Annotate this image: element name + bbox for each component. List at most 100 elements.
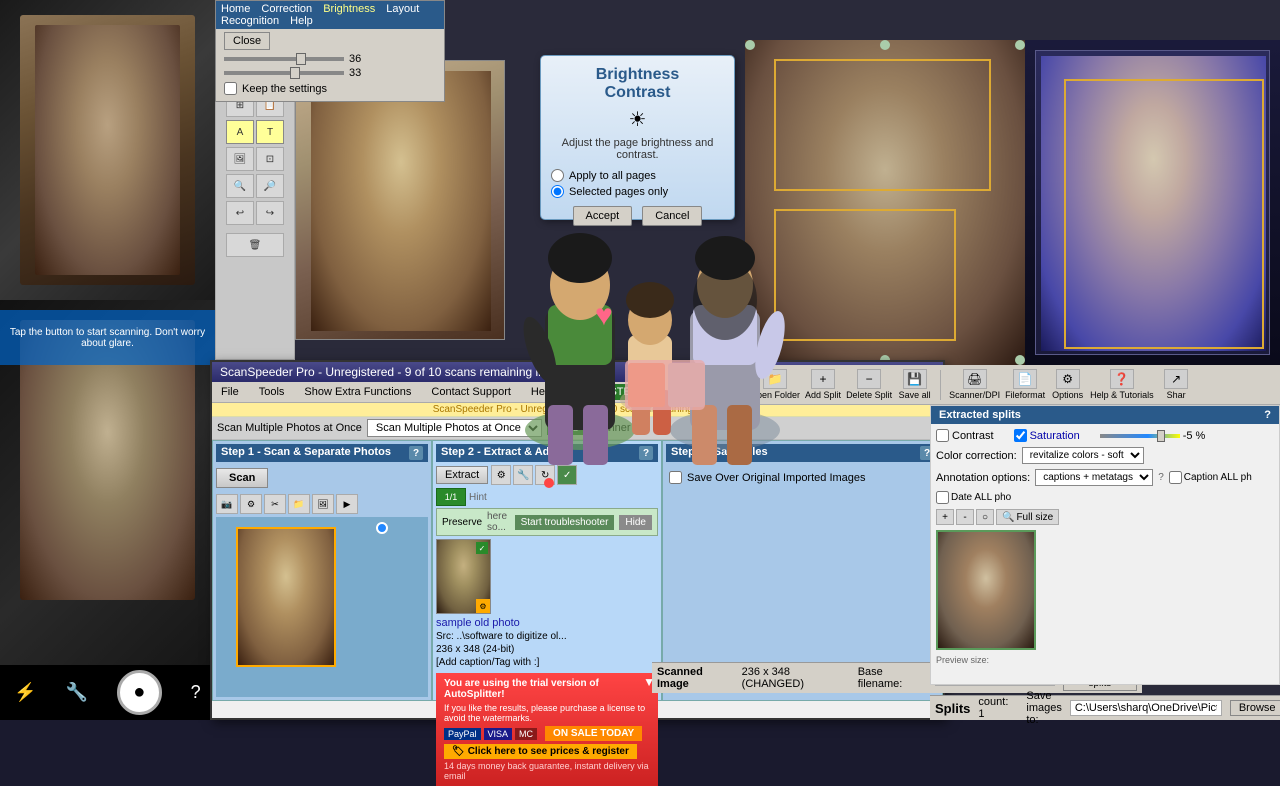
- hide-button[interactable]: Hide: [619, 515, 652, 530]
- scan-thumb-photo: [236, 527, 336, 667]
- keep-settings-checkbox[interactable]: [224, 82, 237, 95]
- contrast-checkbox[interactable]: [936, 429, 949, 442]
- ext-tool-check[interactable]: ✓: [557, 465, 577, 485]
- right-photo-canvas: [745, 40, 1025, 365]
- add-split-button[interactable]: + Add Split: [805, 369, 841, 400]
- bc-selected-only-radio[interactable]: [551, 185, 564, 198]
- save-all-button[interactable]: 💾 Save all: [897, 369, 932, 400]
- annotation-dropdown[interactable]: captions + metatags: [1035, 469, 1153, 486]
- annotation-label: Annotation options:: [936, 472, 1030, 484]
- save-over-label[interactable]: Save Over Original Imported Images: [669, 471, 936, 484]
- tool-redo[interactable]: ↪: [256, 201, 284, 225]
- help-icon[interactable]: ?: [191, 682, 201, 703]
- tool-text[interactable]: T: [256, 120, 284, 144]
- caption-all-checkbox[interactable]: [1169, 471, 1182, 484]
- save-over-checkbox[interactable]: [669, 471, 682, 484]
- ss-scan-dropdown[interactable]: Scan Multiple Photos at Once: [367, 419, 542, 437]
- preserve-hint: here so...: [487, 511, 510, 533]
- ext-tool-1[interactable]: ⚙: [491, 465, 511, 485]
- bc-apply-all-radio[interactable]: [551, 169, 564, 182]
- ss-menu-help[interactable]: Help: [527, 385, 558, 399]
- tool-zoom-in[interactable]: 🔍: [226, 174, 254, 198]
- zoom-in-btn[interactable]: +: [936, 509, 954, 525]
- caption-all-label[interactable]: Caption ALL ph: [1169, 471, 1252, 484]
- keep-settings-label[interactable]: Keep the settings: [224, 82, 436, 95]
- extract-button[interactable]: Extract: [436, 466, 488, 484]
- delete-split-button[interactable]: − Delete Split: [846, 369, 892, 400]
- scan-button[interactable]: Scan: [216, 468, 268, 488]
- scan-tool-5[interactable]: 🖼: [312, 494, 334, 514]
- tool-highlight[interactable]: A: [226, 120, 254, 144]
- bc-accept-button[interactable]: Accept: [573, 206, 633, 226]
- brightness-contrast-popup: Brightness Contrast ☀ Adjust the page br…: [540, 55, 735, 220]
- zoom-out-btn[interactable]: -: [956, 509, 974, 525]
- browse-button[interactable]: Browse: [1230, 700, 1280, 716]
- menubar-layout[interactable]: Layout: [386, 3, 419, 15]
- menubar-home[interactable]: Home: [221, 3, 250, 15]
- ss-register-button[interactable]: REGISTER: [575, 384, 647, 400]
- tool-undo[interactable]: ↩: [226, 201, 254, 225]
- menubar-brightness[interactable]: Brightness: [323, 3, 375, 15]
- bc-selected-only-label[interactable]: Selected pages only: [551, 185, 724, 198]
- brightness-thumb[interactable]: [296, 53, 306, 65]
- splits-bar: Splits count: 1 Save images to: Browse: [930, 695, 1280, 720]
- ext-thumb-edit[interactable]: ⚙: [476, 599, 490, 613]
- contrast-label[interactable]: Contrast: [936, 429, 994, 442]
- troubleshoot-button[interactable]: Start troubleshooter: [515, 515, 615, 530]
- tool-zoom-out[interactable]: 🔎: [256, 174, 284, 198]
- ss-menu-extra-functions[interactable]: Show Extra Functions: [300, 385, 415, 399]
- settings-icon[interactable]: 🔧: [66, 682, 88, 703]
- fileformat-button[interactable]: 📄 Fileformat: [1005, 369, 1045, 400]
- close-button[interactable]: Close: [224, 32, 270, 50]
- help-tutorials-button[interactable]: ❓ Help & Tutorials: [1090, 369, 1154, 400]
- color-correction-dropdown[interactable]: revitalize colors - soft: [1022, 447, 1144, 464]
- preview-area: + - ○ 🔍 Full size Preview size:: [936, 509, 1274, 665]
- scan-tool-4[interactable]: 📁: [288, 494, 310, 514]
- menubar-correction[interactable]: Correction: [261, 3, 312, 15]
- step3-title: Step 3 - Save Files: [671, 446, 768, 460]
- scan-tool-3[interactable]: ✂: [264, 494, 286, 514]
- ss-demo-button[interactable]: SEE DEMO: [659, 384, 733, 400]
- ext-tool-2[interactable]: 🔧: [513, 465, 533, 485]
- mobile-scan-button[interactable]: ●: [117, 670, 162, 715]
- share-button[interactable]: ↗ Shar: [1159, 369, 1194, 400]
- tool-crop[interactable]: ⊡: [256, 147, 284, 171]
- scan-tool-6[interactable]: ▶: [336, 494, 358, 514]
- ss-menu-file[interactable]: File: [217, 385, 243, 399]
- handle-tm: [880, 40, 890, 50]
- scan-tool-2[interactable]: ⚙: [240, 494, 262, 514]
- ss-menu-tools[interactable]: Tools: [255, 385, 289, 399]
- tool-row-6: ↩ ↪: [226, 201, 284, 225]
- saturation-thumb[interactable]: [1157, 430, 1165, 442]
- saturation-slider[interactable]: [1100, 434, 1180, 438]
- saturation-checkbox[interactable]: [1014, 429, 1027, 442]
- scan-tool-1[interactable]: 📷: [216, 494, 238, 514]
- full-size-button[interactable]: 🔍 Full size: [996, 509, 1059, 525]
- save-path-input[interactable]: [1070, 700, 1222, 716]
- contrast-track: [224, 71, 344, 75]
- date-all-checkbox[interactable]: [936, 491, 949, 504]
- tool-delete[interactable]: 🗑: [226, 233, 284, 257]
- menubar-recognition[interactable]: Recognition: [221, 15, 279, 27]
- date-all-label[interactable]: Date ALL pho: [936, 491, 1011, 504]
- saturation-label[interactable]: Saturation: [1014, 429, 1080, 442]
- contrast-thumb[interactable]: [290, 67, 300, 79]
- step1-help[interactable]: ?: [409, 446, 423, 460]
- scanspeeder-window: ScanSpeeder Pro - Unregistered - 9 of 10…: [210, 360, 945, 720]
- open-folder-button[interactable]: 📁 Open Folder: [750, 369, 800, 400]
- photo-info-caption[interactable]: [Add caption/Tag with :]: [436, 657, 658, 668]
- bc-cancel-button[interactable]: Cancel: [642, 206, 702, 226]
- scanned-img-dimensions: 236 x 348 (CHANGED): [742, 666, 850, 690]
- ss-menu-contact-support[interactable]: Contact Support: [427, 385, 515, 399]
- options-button[interactable]: ⚙ Options: [1050, 369, 1085, 400]
- step2-help[interactable]: ?: [639, 446, 653, 460]
- bc-apply-all-label[interactable]: Apply to all pages: [551, 169, 724, 182]
- zoom-reset-btn[interactable]: ○: [976, 509, 994, 525]
- click-here-button[interactable]: 🏷 Click here to see prices & register: [444, 744, 637, 759]
- brightness-value: 36: [349, 53, 361, 65]
- menubar-help[interactable]: Help: [290, 15, 313, 27]
- flash-icon[interactable]: ⚡: [14, 682, 36, 703]
- tool-image[interactable]: 🖼: [226, 147, 254, 171]
- scanner-dpi-button[interactable]: 🖨 Scanner/DPI: [949, 369, 1000, 400]
- base-filename-label: Base filename:: [858, 666, 927, 690]
